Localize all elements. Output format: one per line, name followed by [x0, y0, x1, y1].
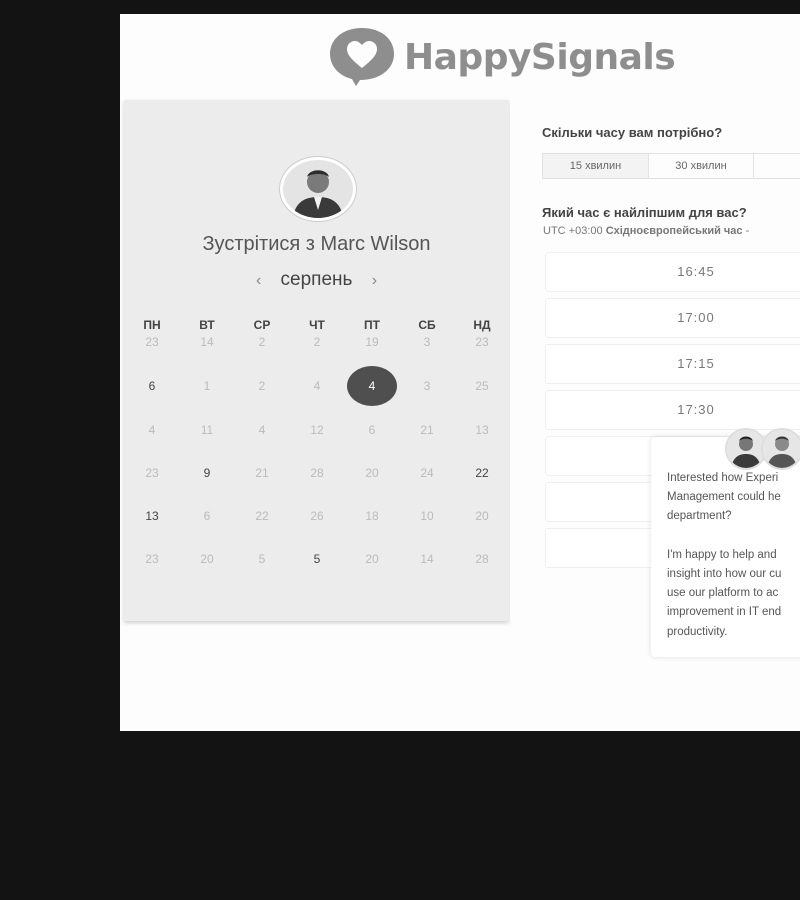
calendar-day: 21	[420, 423, 434, 437]
calendar-day: 26	[310, 509, 324, 523]
timezone-arrow-icon: -	[745, 225, 750, 237]
calendar-day: 10	[420, 509, 434, 523]
selected-day[interactable]: 4	[347, 366, 397, 406]
timezone-selector[interactable]: UTC +03:00 Східноєвропейський час -	[543, 225, 749, 237]
calendar-panel: Зустрітися з Marc Wilson ‹ серпень › ПН …	[124, 100, 509, 621]
calendar-day: 11	[200, 423, 214, 437]
time-slot[interactable]: 17:15	[545, 344, 800, 384]
calendar-day: 2	[313, 335, 321, 349]
calendar-day: 23	[145, 335, 159, 349]
prev-month-icon[interactable]: ‹	[256, 272, 261, 289]
calendar-day: 28	[310, 466, 324, 480]
duration-option[interactable]: 30 хвилин	[648, 153, 754, 179]
month-label: серпень	[280, 269, 353, 290]
calendar-day: 19	[365, 335, 379, 349]
calendar-day: 2	[258, 335, 266, 349]
host-avatar	[280, 157, 356, 221]
next-month-icon[interactable]: ›	[372, 272, 377, 289]
calendar-day: 14	[200, 335, 214, 349]
calendar-day: 1	[203, 379, 211, 393]
calendar-day: 18	[365, 509, 379, 523]
calendar-day: 20	[200, 552, 214, 566]
time-question: Який час є найліпшим для вас?	[542, 205, 747, 220]
calendar-day: 23	[475, 335, 489, 349]
chat-agent-avatar	[761, 428, 800, 470]
calendar-day: 6	[368, 423, 376, 437]
calendar-day: 6	[203, 509, 211, 523]
calendar-day[interactable]: 9	[182, 453, 232, 493]
calendar-day: 14	[420, 552, 434, 566]
calendar-day: 20	[475, 509, 489, 523]
calendar-day: 21	[255, 466, 269, 480]
chat-agent-avatars	[725, 428, 800, 470]
calendar-day: 20	[365, 552, 379, 566]
calendar-day[interactable]: 22	[457, 453, 507, 493]
month-navigation: ‹ серпень ›	[124, 269, 509, 291]
calendar-day: 28	[475, 552, 489, 566]
chat-message: Interested how Experi Management could h…	[667, 472, 782, 638]
heart-bubble-icon	[330, 28, 394, 86]
calendar-day: 4	[148, 423, 156, 437]
calendar-day: 3	[423, 335, 431, 349]
duration-tabs: 15 хвилин 30 хвилин 1 г	[542, 153, 800, 179]
time-slot[interactable]: 17:00	[545, 298, 800, 338]
calendar-day: 5	[258, 552, 266, 566]
timezone-offset: UTC +03:00	[543, 225, 603, 237]
calendar-day[interactable]: 5	[292, 539, 342, 579]
timezone-name: Східноєвропейський час	[605, 225, 743, 237]
meeting-title: Зустрітися з Marc Wilson	[202, 233, 431, 255]
calendar-day: 4	[313, 379, 321, 393]
chat-popup[interactable]: Interested how Experi Management could h…	[651, 437, 800, 657]
calendar-day: 23	[145, 552, 159, 566]
calendar-day: 23	[145, 466, 159, 480]
calendar-day[interactable]: 6	[127, 366, 177, 406]
duration-question: Скільки часу вам потрібно?	[542, 125, 723, 140]
calendar-day: 22	[255, 509, 269, 523]
calendar-day: 4	[258, 423, 266, 437]
calendar-day[interactable]: 13	[127, 496, 177, 536]
duration-option[interactable]: 1 г	[753, 153, 800, 179]
happysignals-logo: HappySignals	[326, 26, 676, 88]
duration-option[interactable]: 15 хвилин	[542, 153, 649, 179]
calendar-day: 3	[423, 379, 431, 393]
calendar-day: 13	[475, 423, 489, 437]
calendar-day: 24	[420, 466, 434, 480]
calendar-day: 2	[258, 379, 266, 393]
calendar-day: 20	[365, 466, 379, 480]
time-slot[interactable]: 16:45	[545, 252, 800, 292]
brand-name: HappySignals	[404, 36, 676, 78]
time-slot[interactable]: 17:30	[545, 390, 800, 430]
calendar-day: 25	[475, 379, 489, 393]
calendar-day: 12	[310, 423, 324, 437]
